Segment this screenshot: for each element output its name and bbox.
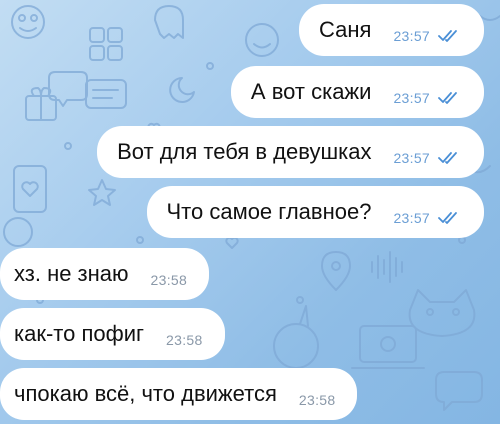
double-check-icon — [438, 30, 458, 42]
message-text: А вот скажи — [250, 79, 372, 104]
message-time: 23:57 — [393, 150, 430, 166]
message-text: хз. не знаю — [14, 261, 129, 286]
outgoing-message[interactable]: Саня 23:57 — [299, 4, 484, 56]
message-time: 23:57 — [393, 90, 430, 106]
double-check-icon — [438, 152, 458, 164]
message-time: 23:58 — [298, 392, 336, 408]
message-text: Вот для тебя в девушках — [117, 139, 372, 164]
message-time: 23:58 — [166, 332, 203, 348]
message-time: 23:58 — [150, 272, 188, 288]
message-text: Саня — [319, 17, 372, 42]
message-time: 23:57 — [393, 28, 430, 44]
double-check-icon — [438, 212, 458, 224]
double-check-icon — [438, 92, 458, 104]
outgoing-message[interactable]: Вот для тебя в девушках 23:57 — [97, 126, 484, 178]
outgoing-message[interactable]: А вот скажи 23:57 — [230, 66, 484, 118]
incoming-message[interactable]: как-то пофиг 23:58 — [0, 308, 225, 360]
incoming-message[interactable]: хз. не знаю 23:58 — [0, 248, 210, 300]
message-text: как-то пофиг — [14, 321, 145, 346]
message-time: 23:57 — [393, 210, 430, 226]
message-text: чпокаю всё, что движется — [14, 381, 277, 406]
outgoing-message[interactable]: Что самое главное? 23:57 — [146, 186, 484, 238]
incoming-message[interactable]: чпокаю всё, что движется 23:58 — [0, 368, 358, 420]
message-text: Что самое главное? — [166, 199, 372, 224]
message-list[interactable]: Саня 23:57 А вот скажи 23:57 Вот для теб… — [0, 0, 500, 424]
